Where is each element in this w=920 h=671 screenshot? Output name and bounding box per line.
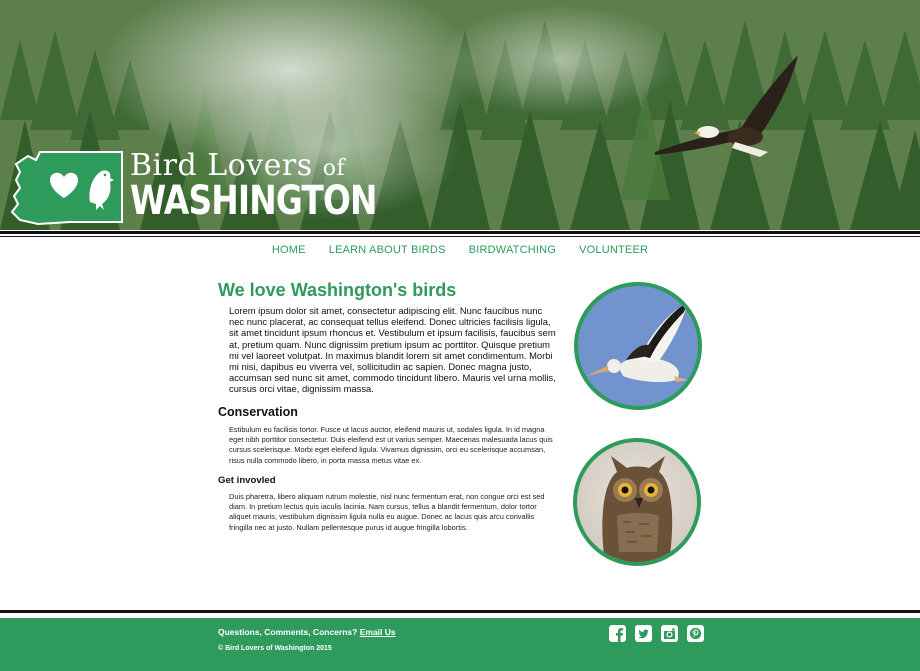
copyright: © Bird Lovers of Washington 2015	[218, 645, 332, 652]
nav-volunteer[interactable]: VOLUNTEER	[579, 244, 648, 256]
site-logo[interactable]: Bird Lovers of WASHINGTON	[10, 148, 377, 230]
owl-photo	[573, 438, 701, 566]
header-divider-thin	[0, 236, 920, 237]
get-involved-paragraph: Duis pharetra, libero aliquam rutrum mol…	[229, 491, 545, 532]
main-content: We love Washington's birds Lorem ipsum d…	[218, 280, 558, 542]
washington-state-heart-bird-icon	[10, 151, 123, 226]
main-nav: HOME LEARN ABOUT BIRDS BIRDWATCHING VOLU…	[0, 244, 920, 256]
pinterest-icon[interactable]	[687, 625, 704, 642]
email-us-link[interactable]: Email Us	[360, 627, 396, 637]
twitter-icon[interactable]	[635, 625, 652, 642]
nav-birdwatching[interactable]: BIRDWATCHING	[469, 244, 556, 256]
conservation-heading: Conservation	[218, 404, 298, 419]
instagram-icon[interactable]	[661, 625, 678, 642]
site-footer: Questions, Comments, Concerns? Email Us …	[0, 618, 920, 671]
facebook-icon[interactable]	[609, 625, 626, 642]
hero-banner: Bird Lovers of WASHINGTON	[0, 0, 920, 230]
great-horned-owl-image	[602, 456, 673, 562]
intro-paragraph: Lorem ipsum dolor sit amet, consectetur …	[229, 305, 556, 395]
page-title: We love Washington's birds	[218, 280, 457, 300]
get-involved-heading: Get invovled	[218, 474, 276, 486]
pelican-image	[586, 302, 688, 383]
pelican-photo	[574, 282, 702, 410]
contact-text: Questions, Comments, Concerns?	[218, 627, 358, 637]
logo-title-line2: WASHINGTON	[130, 178, 377, 224]
social-links	[609, 625, 704, 642]
nav-learn-about-birds[interactable]: LEARN ABOUT BIRDS	[329, 244, 446, 256]
footer-divider	[0, 610, 920, 613]
conservation-paragraph: Estibulum eu facilisis tortor. Fusce ut …	[229, 424, 553, 465]
contact-line: Questions, Comments, Concerns? Email Us	[218, 627, 396, 637]
nav-home[interactable]: HOME	[272, 244, 306, 256]
header-divider	[0, 231, 920, 234]
